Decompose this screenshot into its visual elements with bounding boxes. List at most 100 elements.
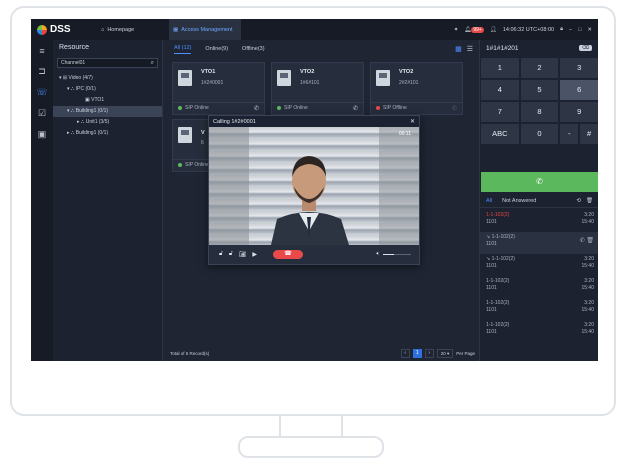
current-page[interactable]: 1 (412, 348, 422, 358)
call-log-item[interactable]: 1-1-102(2) 1101 3:20 15:40 (480, 298, 598, 320)
log-name: 1-1-102(2) (491, 256, 515, 262)
unlock-door-2-icon[interactable]: 🔓︎ (229, 251, 233, 258)
user-icon[interactable]: 👤︎ (490, 27, 497, 33)
vto-device-icon (178, 127, 192, 143)
search-icon[interactable]: ⌕ (151, 60, 154, 67)
maximize-icon[interactable]: □ (578, 27, 581, 33)
filter-all[interactable]: All (12) (174, 45, 192, 54)
record-video-icon[interactable]: ▶ (252, 251, 257, 258)
call-device-icon[interactable]: ✆ (254, 105, 259, 112)
device-status: SIP Online (178, 162, 209, 168)
history-icon[interactable]: ⟲ (576, 198, 581, 204)
menu-icon[interactable]: ≡ (39, 46, 44, 56)
tree-node-video[interactable]: ▾ ⊞ Video (4/7) (53, 73, 162, 84)
key-5[interactable]: 5 (520, 80, 559, 100)
call-button[interactable]: ✆ (481, 172, 598, 192)
log-clock: 15:40 (581, 263, 594, 269)
device-card[interactable]: VTO2 2#2#101 SIP Offline ✆ (370, 62, 463, 115)
snapshot-icon[interactable]: 📷︎ (239, 251, 247, 258)
device-status-text: SIP Online (185, 162, 209, 168)
grid-view-icon[interactable]: ▦ (455, 45, 462, 53)
log-clock: 15:40 (581, 219, 594, 225)
call-log-item[interactable]: 1-1-102(2) 1101 3:20 15:40 (480, 210, 598, 232)
phone-icon[interactable]: ☏ (36, 87, 47, 98)
tree-node-vto1[interactable]: ▣ VTO1 (53, 95, 162, 106)
tree-node-building1[interactable]: ▾ ⛬ Building1 (0/1) (53, 106, 162, 117)
page-size-select[interactable]: 20 ▾ (436, 348, 454, 358)
device-status-text: SIP Online (185, 105, 209, 111)
volume-control[interactable]: 🔈︎ (376, 251, 411, 258)
device-card[interactable]: VTO2 1#6#101 SIP Online ✆ (271, 62, 364, 115)
checklist-icon[interactable]: ☑ (38, 108, 46, 119)
tree-node-ipc[interactable]: ▾ ⛬ IPC (0/1) (53, 84, 162, 95)
device-card[interactable]: VTO1 1#2#0001 SIP Online ✆ (172, 62, 265, 115)
log-tools: ⟲ 🗑︎ (576, 198, 598, 204)
tree-node-label: Building1 (0/1) (75, 130, 109, 136)
tab-homepage[interactable]: ⌂ Homepage (97, 19, 169, 40)
device-status: SIP Offline (376, 105, 407, 111)
close-call-window-icon[interactable]: ✕ (410, 118, 415, 125)
call-device-icon[interactable]: ✆ (452, 105, 457, 112)
backspace-icon[interactable]: ⌫ (578, 45, 592, 51)
log-row-actions: ✆ 🗑︎ (580, 238, 594, 245)
device-number: 1#2#0001 (201, 80, 224, 86)
tab-not-answered[interactable]: Not Answered (502, 198, 536, 204)
key-7[interactable]: 7 (481, 102, 519, 122)
callback-icon[interactable]: ✆ (580, 238, 585, 244)
unlock-door-1-icon[interactable]: 🔓︎ (219, 251, 223, 258)
call-log-item[interactable]: 1-1-102(2) 1101 3:20 15:40 (480, 276, 598, 298)
key-dash[interactable]: - (560, 124, 579, 144)
filter-offline[interactable]: Offline(3) (242, 46, 265, 52)
location-icon[interactable]: ✦ (454, 27, 459, 33)
dss-logo: DSS (37, 24, 97, 35)
key-9[interactable]: 9 (560, 102, 598, 122)
key-4[interactable]: 4 (481, 80, 519, 100)
delete-log-icon[interactable]: 🗑︎ (586, 238, 594, 244)
key-6[interactable]: 6 (560, 80, 598, 100)
call-log-item[interactable]: 1-1-102(2) 1101 3:20 15:40 (480, 320, 598, 342)
status-dot (178, 163, 182, 167)
log-date: 3:20 (584, 278, 594, 284)
close-icon[interactable]: ✕ (587, 27, 592, 33)
device-number: 1#6#101 (300, 80, 320, 86)
delete-icon[interactable]: 🗑︎ (586, 198, 593, 204)
call-log-item[interactable]: ↘ 1-1-102(2) 1101 ✆ 🗑︎ (480, 232, 598, 254)
log-clock: 15:40 (581, 307, 594, 313)
key-hash[interactable]: # (580, 124, 598, 144)
card-divider (272, 102, 363, 103)
minimize-icon[interactable]: – (569, 27, 572, 33)
log-number: 1101 (486, 219, 497, 225)
device-number: 6 (201, 140, 204, 146)
key-0[interactable]: 0 (520, 124, 559, 144)
volume-slider[interactable] (383, 254, 411, 255)
tab-access-management[interactable]: ▦ Access Management (169, 19, 241, 40)
hang-up-button[interactable]: ☎ (273, 250, 304, 259)
call-log-item[interactable]: ↘ 1-1-102(2) 1101 3:20 15:40 (480, 254, 598, 276)
status-dot (178, 106, 182, 110)
alarm-icon[interactable]: 🔔︎ 99+ (464, 26, 484, 33)
picture-icon[interactable]: ▣ (38, 129, 47, 140)
tab-all-calls[interactable]: All (486, 198, 492, 204)
prev-page-button[interactable]: ‹ (400, 348, 410, 358)
table-footer: Total of 5 Record(s) ‹ 1 › 20 ▾ Per Page (164, 346, 479, 360)
tree-node-unit1[interactable]: ▸ ⛬ Unit1 (3/5) (53, 117, 162, 128)
log-number: 1101 (486, 285, 497, 291)
vto-device-icon (178, 70, 192, 86)
key-1[interactable]: 1 (481, 58, 519, 78)
list-view-icon[interactable]: ☰ (467, 45, 473, 53)
call-device-icon[interactable]: ✆ (353, 105, 358, 112)
next-page-button[interactable]: › (424, 348, 434, 358)
dial-display: 1#1#1#201 ⌫ (480, 40, 598, 56)
log-name: 1-1-102(2) (486, 278, 510, 284)
record-total: Total of 5 Record(s) (170, 350, 210, 356)
tree-node-building1-b[interactable]: ▸ ⛬ Building1 (0/1) (53, 128, 162, 139)
key-2[interactable]: 2 (520, 58, 559, 78)
filter-online[interactable]: Online(9) (205, 46, 228, 52)
key-8[interactable]: 8 (520, 102, 559, 122)
lock-icon[interactable]: 🔒︎ (560, 26, 563, 33)
key-3[interactable]: 3 (560, 58, 598, 78)
key-abc[interactable]: ABC (481, 124, 519, 144)
log-date: 3:20 (584, 256, 594, 262)
door-icon[interactable]: ⊐ (38, 66, 46, 77)
search-input[interactable]: Channel01 ⌕ (57, 58, 158, 68)
